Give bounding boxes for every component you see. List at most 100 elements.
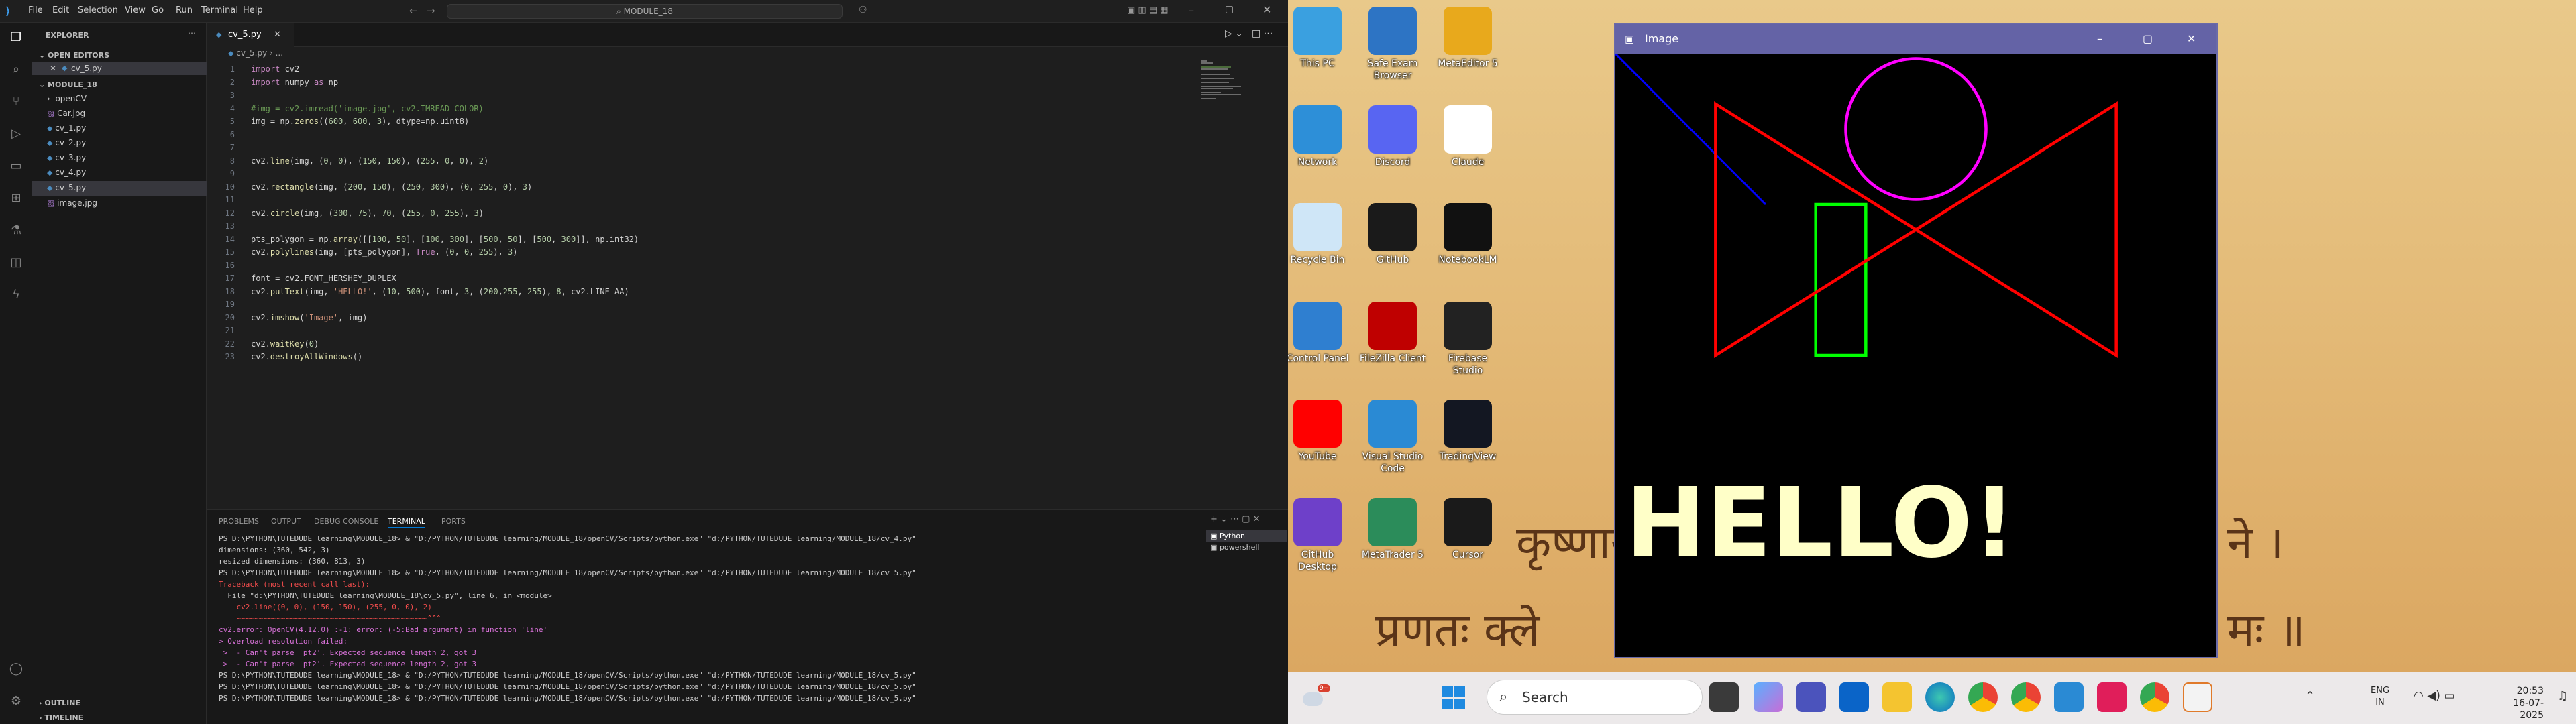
file-item-opencv[interactable]: › openCV: [47, 94, 87, 103]
desktop-icon-visual-studio-code[interactable]: Visual Studio Code: [1359, 400, 1426, 475]
tab-ports[interactable]: PORTS: [441, 517, 466, 526]
desktop-icon-github[interactable]: GitHub: [1359, 203, 1426, 266]
chrome-profile-2-icon[interactable]: [2140, 682, 2169, 712]
show-hidden-icons[interactable]: ⌃: [2305, 689, 2315, 703]
chrome-icon[interactable]: [1968, 682, 1998, 712]
desktop-icon-network[interactable]: Network: [1288, 105, 1351, 168]
taskbar-search[interactable]: ⌕ Search: [1487, 680, 1703, 715]
youtube-music-icon[interactable]: [2097, 682, 2127, 712]
task-view-icon[interactable]: [1709, 682, 1739, 712]
code-line[interactable]: cv2.line(img, (0, 0), (150, 150), (255, …: [251, 156, 488, 166]
code-line[interactable]: import numpy as np: [251, 78, 338, 87]
timeline-header[interactable]: › TIMELINE: [39, 713, 83, 722]
start-windows-icon[interactable]: [1442, 686, 1465, 709]
desktop-icon-this-pc[interactable]: This PC: [1288, 7, 1351, 70]
testing-icon[interactable]: ⚗: [8, 223, 24, 239]
desktop-icon-cursor[interactable]: Cursor: [1434, 497, 1501, 561]
breadcrumb[interactable]: ◆ cv_5.py › ...: [228, 48, 283, 58]
code-line[interactable]: img = np.zeros((600, 600, 3), dtype=np.u…: [251, 117, 469, 126]
menu-view[interactable]: View: [125, 5, 146, 15]
file-item-car[interactable]: ▨ Car.jpg: [47, 109, 85, 118]
account-icon[interactable]: ◯: [8, 661, 24, 677]
edge-icon[interactable]: [1925, 682, 1955, 712]
more-actions-icon[interactable]: ⋯: [188, 28, 196, 38]
run-file-icon[interactable]: ▷ ⌄: [1225, 28, 1243, 39]
code-editor[interactable]: 1 import cv2 2 import numpy as np 3 4 #img = c…: [207, 59, 1288, 508]
settings-gear-icon[interactable]: ⚙: [8, 693, 24, 709]
close-icon[interactable]: ✕: [2187, 24, 2196, 54]
copilot-icon[interactable]: ⚇: [859, 5, 867, 15]
code-line[interactable]: cv2.putText(img, 'HELLO!', (10, 500), fo…: [251, 287, 629, 296]
desktop-icon-control-panel[interactable]: Control Panel: [1288, 301, 1351, 365]
code-line[interactable]: cv2.waitKey(0): [251, 339, 319, 349]
desktop-icon-metatrader-5[interactable]: MetaTrader 5: [1359, 497, 1426, 561]
desktop-icon-claude[interactable]: Claude: [1434, 105, 1501, 168]
code-line[interactable]: font = cv2.FONT_HERSHEY_DUPLEX: [251, 274, 396, 283]
image-window-titlebar[interactable]: ▣ Image – ▢ ✕: [1615, 24, 2216, 54]
desktop-icon-filezilla-client[interactable]: FileZilla Client: [1359, 301, 1426, 365]
python-app-icon[interactable]: [2183, 682, 2212, 712]
desktop-icon-discord[interactable]: Discord: [1359, 105, 1426, 168]
terminal-item-powershell[interactable]: ▣ powershell: [1206, 542, 1287, 553]
tab-terminal[interactable]: TERMINAL: [388, 517, 425, 528]
terminal-item-python[interactable]: ▣ Python: [1206, 530, 1287, 542]
close-editor-icon[interactable]: ✕: [50, 64, 56, 73]
minimize-icon[interactable]: –: [1189, 4, 1194, 17]
tab-problems[interactable]: PROBLEMS: [219, 517, 259, 526]
language-indicator[interactable]: ENG IN: [2371, 685, 2390, 708]
file-item-cv1[interactable]: ◆ cv_1.py: [47, 123, 86, 133]
opencv-image-window[interactable]: ▣ Image – ▢ ✕ HELLO!: [1614, 23, 2218, 658]
desktop-icon-metaeditor-5[interactable]: MetaEditor 5: [1434, 7, 1501, 70]
teams-icon[interactable]: [1796, 682, 1826, 712]
code-line[interactable]: cv2.circle(img, (300, 75), 70, (255, 0, …: [251, 208, 484, 218]
file-item-cv5[interactable]: ◆ cv_5.py: [32, 181, 207, 196]
command-center-search[interactable]: ⌕ MODULE_18: [447, 4, 843, 19]
back-arrow-icon[interactable]: ←: [409, 5, 418, 17]
code-line[interactable]: cv2.imshow('Image', img): [251, 313, 367, 322]
split-editor-icon[interactable]: ◫ ⋯: [1252, 28, 1273, 39]
code-line[interactable]: pts_polygon = np.array([[100, 50], [100,…: [251, 235, 639, 244]
maximize-icon[interactable]: ▢: [1225, 4, 1234, 15]
file-explorer-icon[interactable]: [1882, 682, 1912, 712]
tab-close-icon[interactable]: ✕: [274, 23, 281, 46]
menu-terminal[interactable]: Terminal: [201, 5, 238, 15]
search-icon[interactable]: ⌕: [8, 62, 24, 78]
menu-go[interactable]: Go: [152, 5, 164, 15]
forward-arrow-icon[interactable]: →: [427, 5, 435, 17]
desktop-icon-youtube[interactable]: YouTube: [1288, 400, 1351, 463]
extensions-icon[interactable]: ⊞: [8, 190, 24, 206]
open-editor-item[interactable]: ✕ ◆ cv_5.py: [32, 62, 207, 75]
desktop-icon-recycle-bin[interactable]: Recycle Bin: [1288, 203, 1351, 266]
explorer-icon[interactable]: ❐: [8, 29, 24, 46]
maximize-icon[interactable]: ▢: [2143, 24, 2153, 54]
desktop-icon-notebooklm[interactable]: NotebookLM: [1434, 203, 1501, 266]
close-icon[interactable]: ✕: [1263, 3, 1271, 16]
panel-actions-icon[interactable]: + ⌄ ⋯ ▢ ✕: [1210, 514, 1260, 524]
remote-explorer-icon[interactable]: ▭: [8, 158, 24, 174]
code-line[interactable]: cv2.polylines(img, [pts_polygon], True, …: [251, 247, 517, 257]
layout-icons[interactable]: ▣ ▥ ▤ ▦: [1127, 5, 1169, 15]
chrome-profile-icon[interactable]: [2011, 682, 2041, 712]
copilot-icon[interactable]: [1754, 682, 1783, 712]
notification-bell-icon[interactable]: ♫: [2557, 689, 2568, 703]
menu-selection[interactable]: Selection: [78, 5, 118, 15]
menu-edit[interactable]: Edit: [52, 5, 69, 15]
folder-header[interactable]: ⌄ MODULE_18: [39, 80, 97, 89]
file-item-cv3[interactable]: ◆ cv_3.py: [47, 153, 86, 162]
menu-run[interactable]: Run: [176, 5, 193, 15]
outline-header[interactable]: › OUTLINE: [39, 699, 80, 707]
weather-widget[interactable]: 9+: [1303, 684, 1332, 711]
clock[interactable]: 20:53 16-07-2025: [2490, 685, 2544, 721]
run-debug-icon[interactable]: ▷: [8, 126, 24, 142]
desktop-icon-firebase-studio[interactable]: Firebase Studio: [1434, 301, 1501, 377]
tab-cv5[interactable]: ◆ cv_5.py ✕: [207, 23, 294, 47]
vscode-taskbar-icon[interactable]: [2054, 682, 2084, 712]
file-item-cv4[interactable]: ◆ cv_4.py: [47, 168, 86, 177]
desktop-icon-tradingview[interactable]: TradingView: [1434, 400, 1501, 463]
tab-output[interactable]: OUTPUT: [271, 517, 301, 526]
desktop-icon-safe-exam-browser[interactable]: Safe Exam Browser: [1359, 7, 1426, 82]
code-line[interactable]: cv2.destroyAllWindows(): [251, 352, 362, 361]
tab-debug-console[interactable]: DEBUG CONSOLE: [314, 517, 378, 526]
code-line[interactable]: cv2.rectangle(img, (200, 150), (250, 300…: [251, 182, 532, 192]
desktop-icon-github-desktop[interactable]: GitHub Desktop: [1288, 497, 1351, 573]
